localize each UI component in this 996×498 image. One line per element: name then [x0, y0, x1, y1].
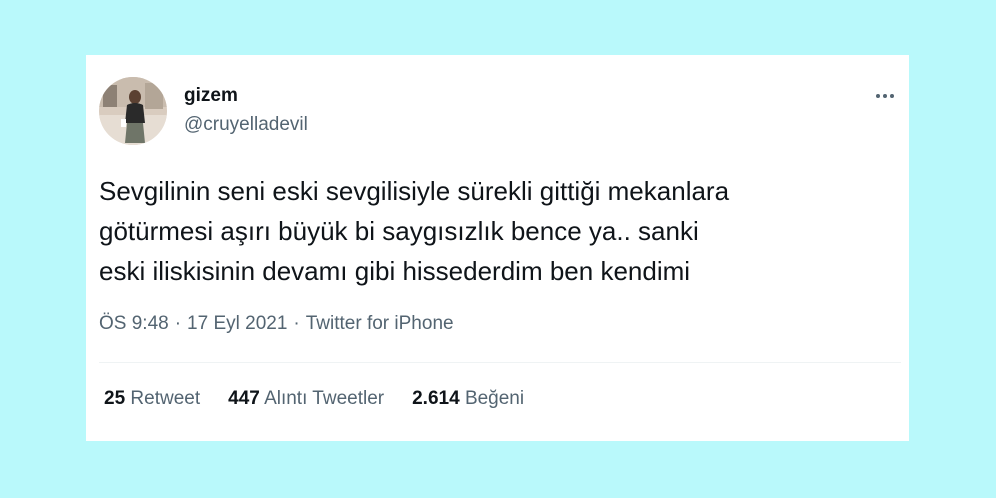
meta-separator: ·	[174, 313, 182, 334]
more-horizontal-icon-dot	[890, 94, 894, 98]
quotes-label: Alıntı Tweetler	[264, 388, 385, 409]
tweet-source[interactable]: Twitter for iPhone	[306, 313, 454, 334]
author-display-name[interactable]: gizem	[184, 85, 238, 107]
tweet-time[interactable]: ÖS 9:48	[99, 313, 169, 334]
more-options-button[interactable]	[872, 85, 898, 107]
retweets-label: Retweet	[130, 388, 201, 409]
tweet-date[interactable]: 17 Eyl 2021	[187, 313, 287, 334]
retweets-count: 25	[104, 388, 126, 409]
likes-label: Beğeni	[464, 388, 525, 409]
tweet-text-line: eski iliskisinin devamı gibi hissederdim…	[99, 256, 691, 286]
tweet-text-line: Sevgilinin seni eski sevgilisiyle sürekl…	[99, 176, 730, 206]
quotes-count: 447	[228, 388, 260, 409]
more-horizontal-icon-dot	[883, 94, 887, 98]
meta-separator: ·	[293, 313, 300, 334]
likes-count: 2.614	[412, 388, 460, 409]
profile-photo-icon	[99, 77, 167, 145]
tweet-metadata: ÖS 9:48 · 17 Eyl 2021 · Twitter for iPhone	[99, 313, 454, 335]
tweet-card: gizem @cruyelladevil Sevgilinin seni esk…	[86, 55, 909, 441]
tweet-text: Sevgilinin seni eski sevgilisiyle sürekl…	[99, 171, 889, 291]
quotes-stat[interactable]: 447 Alıntı Tweetler	[228, 388, 384, 410]
retweets-stat[interactable]: 25 Retweet	[104, 388, 200, 410]
avatar[interactable]	[99, 77, 167, 145]
tweet-stats: 25 Retweet 447 Alıntı Tweetler 2.614 Beğ…	[104, 388, 552, 410]
divider	[99, 362, 901, 363]
more-horizontal-icon	[876, 94, 880, 98]
likes-stat[interactable]: 2.614 Beğeni	[412, 388, 524, 410]
author-handle[interactable]: @cruyelladevil	[184, 114, 308, 136]
tweet-text-line: götürmesi aşırı büyük bi saygısızlık ben…	[99, 216, 699, 246]
